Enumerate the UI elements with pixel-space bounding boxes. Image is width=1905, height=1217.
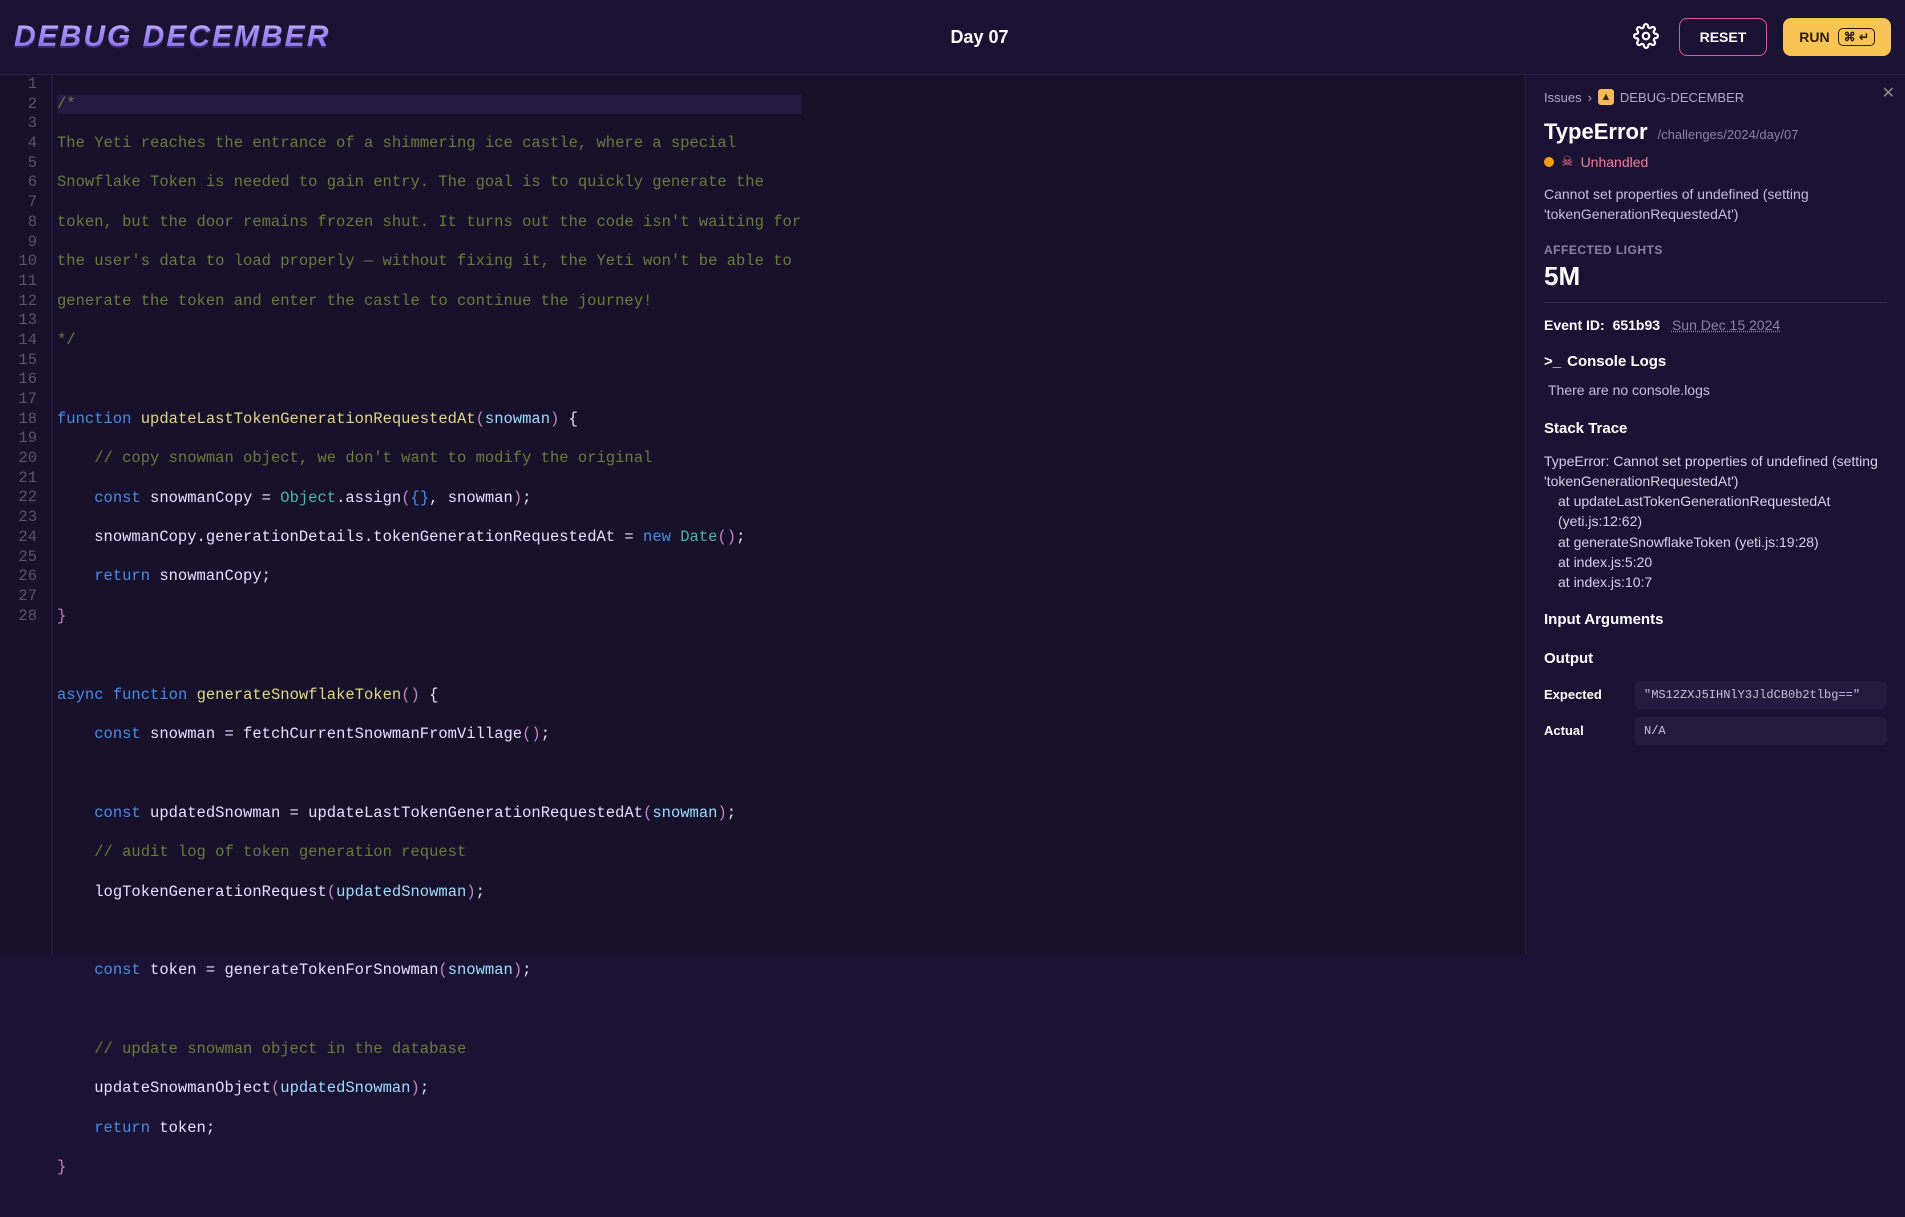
unhandled-badge: ☠ Unhandled: [1544, 153, 1887, 170]
breadcrumb-issues[interactable]: Issues: [1544, 90, 1582, 105]
issue-sidebar: ✕ Issues › ▲ DEBUG-DECEMBER TypeError /c…: [1525, 75, 1905, 955]
settings-button[interactable]: [1629, 19, 1663, 56]
skull-icon: ☠: [1561, 153, 1574, 170]
console-logs-header[interactable]: >_ Console Logs: [1544, 353, 1887, 370]
actual-value: N/A: [1634, 717, 1887, 745]
output-expected-row: Expected "MS12ZXJ5IHNlY3JldCB0b2tlbg==": [1544, 681, 1887, 709]
divider: [1544, 302, 1887, 303]
header: DEBUG DECEMBER Day 07 RESET RUN ⌘ ↵: [0, 0, 1905, 75]
breadcrumb: Issues › ▲ DEBUG-DECEMBER: [1544, 89, 1887, 105]
console-empty: There are no console.logs: [1548, 382, 1887, 398]
expected-value: "MS12ZXJ5IHNlY3JldCB0b2tlbg==": [1634, 681, 1887, 709]
day-label: Day 07: [330, 27, 1628, 48]
affected-value: 5M: [1544, 261, 1887, 292]
error-title: TypeError: [1544, 119, 1648, 145]
logo[interactable]: DEBUG DECEMBER: [14, 20, 330, 54]
code-editor[interactable]: 1234567891011121314151617181920212223242…: [0, 75, 1525, 955]
stack-trace-header: Stack Trace: [1544, 420, 1887, 437]
header-actions: RESET RUN ⌘ ↵: [1629, 18, 1891, 56]
run-shortcut: ⌘ ↵: [1838, 28, 1875, 46]
run-button[interactable]: RUN ⌘ ↵: [1783, 18, 1891, 56]
output-header: Output: [1544, 650, 1887, 667]
stack-trace-body: TypeError: Cannot set properties of unde…: [1544, 451, 1887, 593]
output-actual-row: Actual N/A: [1544, 717, 1887, 745]
close-icon[interactable]: ✕: [1882, 83, 1895, 103]
error-path: /challenges/2024/day/07: [1658, 127, 1799, 142]
error-message: Cannot set properties of undefined (sett…: [1544, 184, 1887, 225]
event-row: Event ID: 651b93 Sun Dec 15 2024: [1544, 317, 1887, 333]
expected-label: Expected: [1544, 687, 1624, 702]
breadcrumb-project[interactable]: DEBUG-DECEMBER: [1620, 90, 1744, 105]
project-icon: ▲: [1598, 89, 1614, 105]
event-date[interactable]: Sun Dec 15 2024: [1672, 317, 1780, 333]
reset-button[interactable]: RESET: [1679, 18, 1768, 56]
warning-dot-icon: [1544, 157, 1554, 167]
chevron-right-icon: ›: [1588, 90, 1592, 105]
input-arguments-header: Input Arguments: [1544, 611, 1887, 628]
actual-label: Actual: [1544, 723, 1624, 738]
main: 1234567891011121314151617181920212223242…: [0, 75, 1905, 955]
terminal-icon: >_: [1544, 353, 1561, 370]
line-gutter: 1234567891011121314151617181920212223242…: [0, 75, 52, 955]
code-area[interactable]: /* The Yeti reaches the entrance of a sh…: [52, 75, 801, 955]
affected-label: AFFECTED LIGHTS: [1544, 243, 1887, 257]
run-label: RUN: [1799, 29, 1829, 45]
gear-icon: [1633, 23, 1659, 49]
